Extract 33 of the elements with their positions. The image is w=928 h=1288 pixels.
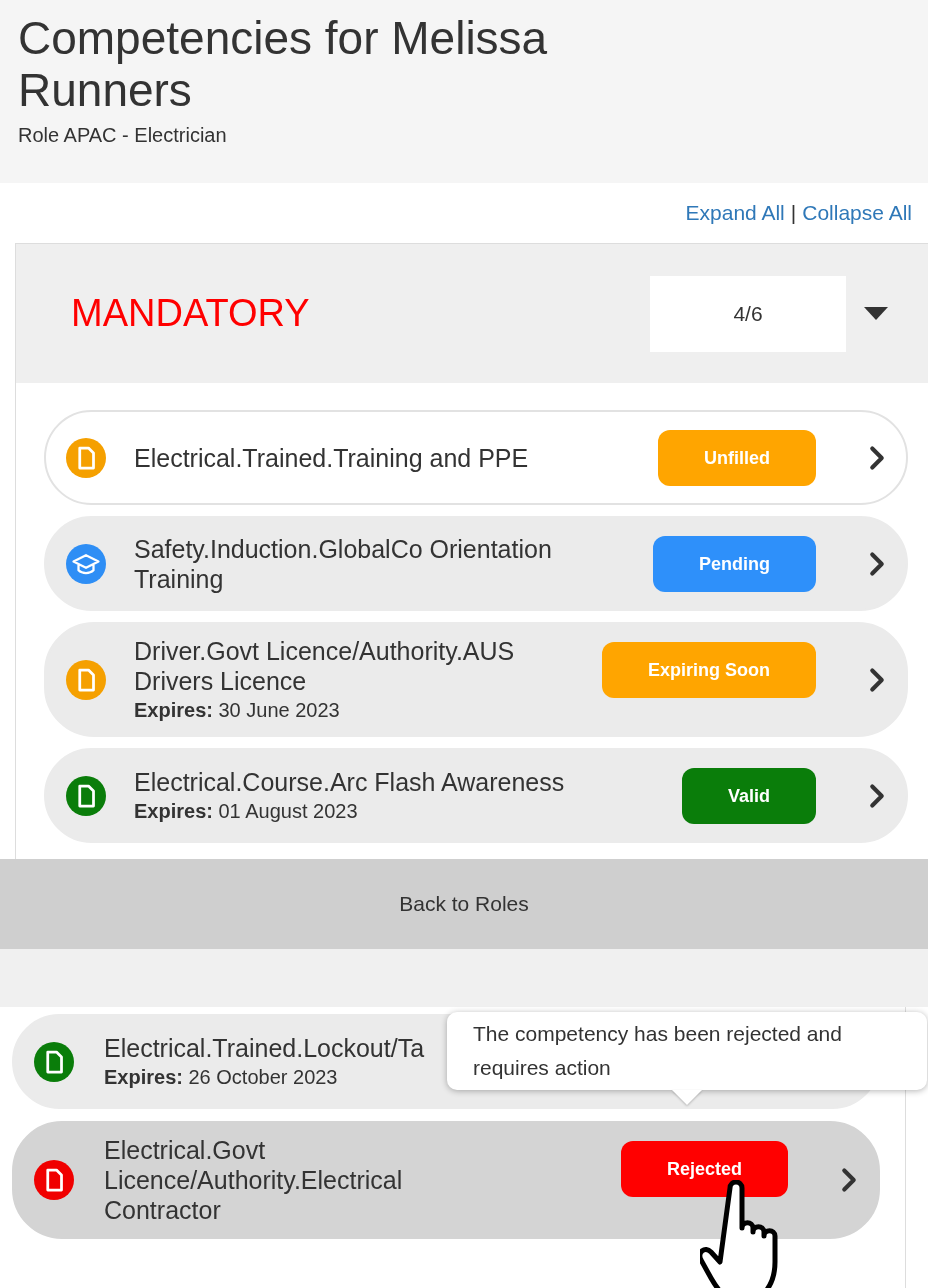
expiry-date: Expires: 26 October 2023 (104, 1065, 338, 1090)
link-separator: | (790, 201, 797, 225)
status-badge[interactable]: Rejected (620, 1141, 788, 1197)
chevron-right-icon[interactable] (868, 550, 886, 577)
chevron-right-icon[interactable] (868, 444, 886, 471)
competency-name: Driver.Govt Licence/Authority.AUS Drivers Licence (134, 636, 516, 696)
section-header[interactable]: MANDATORY 4/6 (16, 244, 928, 383)
competency-row[interactable]: Driver.Govt Licence/Authority.AUS Drivers Licence Expires: 30 June 2023 Expiring Soon (44, 622, 908, 737)
collapse-all-link[interactable]: Collapse All (802, 201, 912, 225)
tooltip: The competency has been rejected and requires action (447, 1012, 927, 1090)
expiry-date: Expires: 30 June 2023 (134, 698, 340, 723)
caret-icon[interactable] (864, 306, 888, 321)
expand-all-link[interactable]: Expand All (685, 201, 785, 225)
competency-row[interactable]: Electrical.Trained.Training and PPE Unfilled (44, 410, 908, 505)
competency-name: Electrical.Course.Arc Flash Awareness (134, 767, 565, 797)
section-title: MANDATORY (71, 292, 311, 335)
chevron-right-icon[interactable] (868, 782, 886, 809)
progress-count: 4/6 (650, 275, 846, 352)
competency-name: Electrical.Govt Licence/Authority.Electrical Contractor (104, 1135, 404, 1225)
competency-name: Electrical.Trained.Training and PPE (134, 442, 529, 473)
competency-row[interactable]: Electrical.Govt Licence/Authority.Electrical Contractor Rejected (12, 1121, 880, 1239)
competency-row[interactable]: Safety.Induction.GlobalCo Orientation Training Pending (44, 516, 908, 611)
back-to-roles-button[interactable]: Back to Roles (0, 859, 928, 949)
competency-name: Safety.Induction.GlobalCo Orientation Training (134, 533, 553, 594)
chevron-right-icon[interactable] (840, 1167, 858, 1193)
role-subtitle: Role APAC - Electrician (18, 124, 228, 147)
chevron-right-icon[interactable] (868, 666, 886, 693)
status-badge[interactable]: Valid (681, 768, 816, 824)
expiry-date: Expires: 01 August 2023 (134, 799, 358, 824)
competency-name: Electrical.Trained.Lockout/Ta (104, 1033, 425, 1063)
page-title: Competencies for Melissa Runners (18, 12, 549, 116)
tooltip-pointer (672, 1090, 702, 1106)
competency-row[interactable]: Electrical.Course.Arc Flash Awareness Expires: 01 August 2023 Valid (44, 748, 908, 843)
